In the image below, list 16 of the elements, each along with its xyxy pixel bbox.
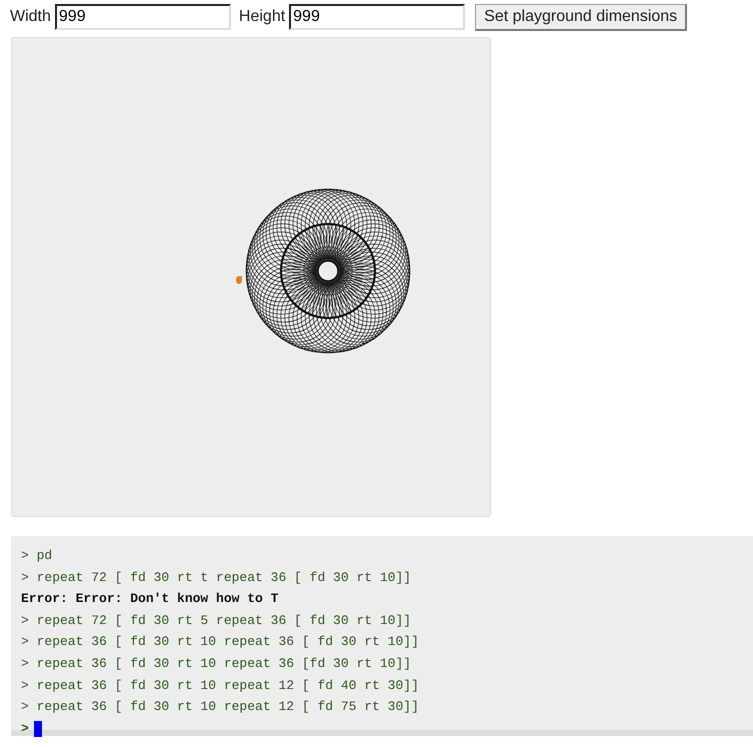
width-field[interactable]: 999 (54, 4, 231, 30)
error-message: Error: Error: Don't know how to T (21, 590, 278, 608)
turtle-icon (236, 276, 242, 284)
width-label: Width (10, 8, 51, 26)
height-label: Height (238, 8, 286, 26)
console-command: > repeat 36 [ fd 30 rt 10 repeat 12 [ fd 40 rt 30]] (21, 676, 419, 695)
text-cursor (34, 720, 42, 737)
console-command: > repeat 36 [ fd 30 rt 10 repeat 12 [ fd 75 rt 30]] (21, 698, 419, 716)
console-command: > repeat 72 [ fd 30 rt t repeat 36 [ fd 30 rt 10]] (21, 568, 412, 587)
console-command: > repeat 36 [ fd 30 rt 10 repeat 36 [ fd 30 rt 10]] (21, 633, 419, 652)
console-command: > repeat 36 [ fd 30 rt 10 repeat 36 [fd 30 rt 10]] (21, 654, 412, 673)
console-command: > repeat 72 [ fd 30 rt 5 repeat 36 [ fd 30 rt 10]] (21, 612, 412, 630)
console-prompt: > (21, 721, 29, 736)
console-command: > pd (21, 547, 52, 565)
set-dimensions-button[interactable]: Set playground dimensions (475, 4, 688, 30)
height-field[interactable]: 999 (289, 4, 466, 30)
